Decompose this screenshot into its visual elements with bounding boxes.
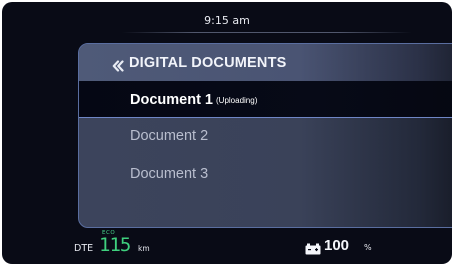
battery-icon — [305, 240, 321, 255]
range-value: 115 — [99, 234, 131, 256]
upload-status: (Uploading) — [216, 96, 258, 105]
dte-label: DTE — [74, 243, 94, 254]
battery-value: 100 — [324, 237, 350, 254]
status-divider — [122, 32, 412, 33]
status-bar: 9:15 am — [2, 2, 452, 33]
list-item-label: Document 2 — [130, 128, 209, 144]
list-item-document-1[interactable]: Document 1 (Uploading) — [79, 81, 452, 118]
battery-unit: % — [364, 243, 372, 252]
panel-title: DIGITAL DOCUMENTS — [129, 55, 287, 71]
list-item-label: Document 1 (Uploading) — [130, 92, 257, 110]
documents-panel: DIGITAL DOCUMENTS Document 1 (Uploading) … — [78, 43, 452, 228]
cluster-display: 9:15 am DIGITAL DOCUMENTS Document 1 (Upl… — [2, 2, 452, 264]
panel-header: DIGITAL DOCUMENTS — [79, 44, 452, 81]
double-chevron-left-icon[interactable] — [112, 57, 124, 72]
clock: 9:15 am — [204, 14, 250, 27]
document-name: Document 1 — [130, 92, 213, 108]
range-unit: km — [138, 244, 150, 253]
list-item-document-2[interactable]: Document 2 — [79, 119, 452, 156]
list-item-document-3[interactable]: Document 3 — [79, 157, 452, 194]
list-item-label: Document 3 — [130, 166, 209, 182]
bottom-status-bar: DTE ECO 115 km 100 % — [2, 228, 452, 264]
